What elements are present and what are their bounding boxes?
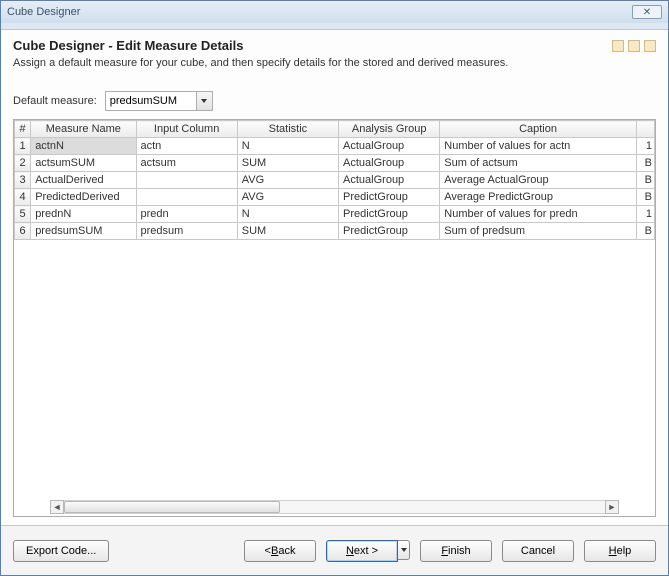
col-header-ag[interactable]: Analysis Group bbox=[339, 121, 440, 138]
scroll-left-icon[interactable]: ◄ bbox=[50, 500, 64, 514]
back-button[interactable]: < Back bbox=[244, 540, 316, 562]
scroll-track[interactable] bbox=[64, 500, 605, 514]
cell-cap[interactable]: Average PredictGroup bbox=[440, 189, 636, 206]
cell-stat[interactable]: N bbox=[237, 206, 338, 223]
table-row[interactable]: 4 PredictedDerived AVG PredictGroup Aver… bbox=[15, 189, 655, 206]
cell-cap[interactable]: Sum of predsum bbox=[440, 223, 636, 240]
measures-table: # Measure Name Input Column Statistic An… bbox=[14, 120, 655, 240]
close-button[interactable]: ✕ bbox=[632, 5, 662, 19]
measures-grid: # Measure Name Input Column Statistic An… bbox=[13, 119, 656, 517]
cell-tail[interactable]: B bbox=[636, 172, 654, 189]
cell-cap[interactable]: Number of values for predn bbox=[440, 206, 636, 223]
row-num: 1 bbox=[15, 138, 31, 155]
cell-ag[interactable]: ActualGroup bbox=[339, 172, 440, 189]
grid-empty-area bbox=[14, 240, 655, 498]
header-icon[interactable] bbox=[644, 40, 656, 52]
cell-stat[interactable]: SUM bbox=[237, 223, 338, 240]
table-row[interactable]: 5 prednN predn N PredictGroup Number of … bbox=[15, 206, 655, 223]
next-dropdown-icon[interactable] bbox=[398, 540, 410, 560]
next-mnemonic: N bbox=[346, 545, 354, 557]
finish-text: inish bbox=[448, 545, 471, 557]
cell-input[interactable] bbox=[136, 189, 237, 206]
cell-name[interactable]: actsumSUM bbox=[31, 155, 136, 172]
cell-stat[interactable]: N bbox=[237, 138, 338, 155]
scroll-right-icon[interactable]: ► bbox=[605, 500, 619, 514]
back-mnemonic: B bbox=[271, 545, 278, 557]
titlebar: Cube Designer ✕ bbox=[1, 1, 668, 23]
table-row[interactable]: 2 actsumSUM actsum SUM ActualGroup Sum o… bbox=[15, 155, 655, 172]
cancel-button[interactable]: Cancel bbox=[502, 540, 574, 562]
back-text: ack bbox=[278, 545, 295, 557]
row-num: 4 bbox=[15, 189, 31, 206]
cell-input[interactable] bbox=[136, 172, 237, 189]
default-measure-combo[interactable] bbox=[105, 91, 213, 111]
col-header-tail[interactable] bbox=[636, 121, 654, 138]
cell-name[interactable]: PredictedDerived bbox=[31, 189, 136, 206]
cell-stat[interactable]: SUM bbox=[237, 155, 338, 172]
col-header-stat[interactable]: Statistic bbox=[237, 121, 338, 138]
col-header-num[interactable]: # bbox=[15, 121, 31, 138]
default-measure-input[interactable] bbox=[106, 93, 196, 109]
cell-name[interactable]: predsumSUM bbox=[31, 223, 136, 240]
cell-input[interactable]: predn bbox=[136, 206, 237, 223]
cell-tail[interactable]: B bbox=[636, 223, 654, 240]
cell-name[interactable]: prednN bbox=[31, 206, 136, 223]
cell-tail[interactable]: B bbox=[636, 189, 654, 206]
cell-name[interactable]: actnN bbox=[31, 138, 136, 155]
scroll-thumb[interactable] bbox=[64, 501, 280, 513]
cell-ag[interactable]: PredictGroup bbox=[339, 189, 440, 206]
next-button[interactable]: Next > bbox=[326, 540, 398, 562]
col-header-cap[interactable]: Caption bbox=[440, 121, 636, 138]
page-subtitle: Assign a default measure for your cube, … bbox=[13, 57, 608, 69]
help-button[interactable]: Help bbox=[584, 540, 656, 562]
cell-name[interactable]: ActualDerived bbox=[31, 172, 136, 189]
cell-stat[interactable]: AVG bbox=[237, 189, 338, 206]
footer: Export Code... < Back Next > Finish Canc… bbox=[1, 525, 668, 575]
row-num: 3 bbox=[15, 172, 31, 189]
default-measure-label: Default measure: bbox=[13, 95, 97, 107]
table-header-row: # Measure Name Input Column Statistic An… bbox=[15, 121, 655, 138]
table-row[interactable]: 6 predsumSUM predsum SUM PredictGroup Su… bbox=[15, 223, 655, 240]
row-num: 2 bbox=[15, 155, 31, 172]
cell-stat[interactable]: AVG bbox=[237, 172, 338, 189]
col-header-input[interactable]: Input Column bbox=[136, 121, 237, 138]
row-num: 6 bbox=[15, 223, 31, 240]
cell-ag[interactable]: ActualGroup bbox=[339, 138, 440, 155]
table-row[interactable]: 1 actnN actn N ActualGroup Number of val… bbox=[15, 138, 655, 155]
header-icon[interactable] bbox=[628, 40, 640, 52]
header-icons bbox=[608, 40, 656, 52]
cell-cap[interactable]: Average ActualGroup bbox=[440, 172, 636, 189]
help-text: elp bbox=[617, 545, 632, 557]
cell-tail[interactable]: 1 bbox=[636, 138, 654, 155]
header-icon[interactable] bbox=[612, 40, 624, 52]
help-mnemonic: H bbox=[609, 545, 617, 557]
default-measure-row: Default measure: bbox=[13, 91, 656, 111]
next-text: ext > bbox=[354, 545, 378, 557]
cell-input[interactable]: actsum bbox=[136, 155, 237, 172]
cell-tail[interactable]: B bbox=[636, 155, 654, 172]
cell-ag[interactable]: PredictGroup bbox=[339, 206, 440, 223]
horizontal-scrollbar[interactable]: ◄ ► bbox=[14, 498, 655, 516]
finish-mnemonic: F bbox=[441, 545, 448, 557]
page-title: Cube Designer - Edit Measure Details bbox=[13, 38, 608, 53]
cell-ag[interactable]: PredictGroup bbox=[339, 223, 440, 240]
finish-button[interactable]: Finish bbox=[420, 540, 492, 562]
cell-input[interactable]: actn bbox=[136, 138, 237, 155]
cell-cap[interactable]: Number of values for actn bbox=[440, 138, 636, 155]
window: Cube Designer ✕ Cube Designer - Edit Mea… bbox=[0, 0, 669, 576]
cell-tail[interactable]: 1 bbox=[636, 206, 654, 223]
cell-ag[interactable]: ActualGroup bbox=[339, 155, 440, 172]
chevron-down-icon[interactable] bbox=[196, 92, 212, 110]
window-title: Cube Designer bbox=[7, 6, 632, 18]
col-header-name[interactable]: Measure Name bbox=[31, 121, 136, 138]
row-num: 5 bbox=[15, 206, 31, 223]
table-row[interactable]: 3 ActualDerived AVG ActualGroup Average … bbox=[15, 172, 655, 189]
cell-cap[interactable]: Sum of actsum bbox=[440, 155, 636, 172]
cell-input[interactable]: predsum bbox=[136, 223, 237, 240]
export-code-button[interactable]: Export Code... bbox=[13, 540, 109, 562]
content: Cube Designer - Edit Measure Details Ass… bbox=[1, 29, 668, 525]
